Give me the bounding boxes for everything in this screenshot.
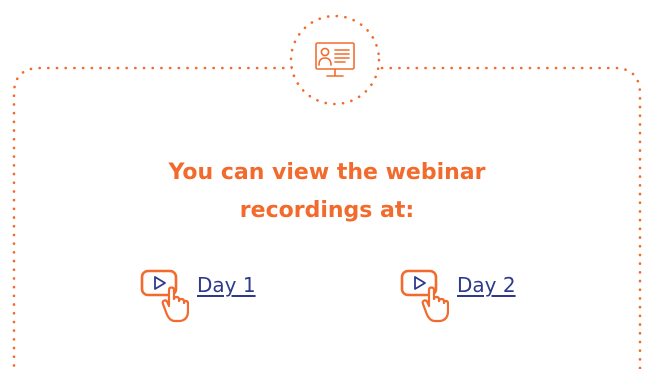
play-click-icon[interactable] — [399, 268, 449, 324]
heading-line-2: recordings at: — [239, 198, 415, 223]
play-click-icon[interactable] — [139, 268, 189, 324]
heading: You can view the webinar recordings at: — [110, 154, 544, 230]
day-2-link[interactable]: Day 2 — [457, 271, 516, 299]
day-1-link-group[interactable]: Day 1 — [139, 268, 256, 324]
day-2-link-group[interactable]: Day 2 — [399, 268, 516, 324]
webinar-badge — [289, 14, 381, 106]
day-1-link[interactable]: Day 1 — [197, 271, 256, 299]
heading-line-1: You can view the webinar — [168, 160, 486, 185]
